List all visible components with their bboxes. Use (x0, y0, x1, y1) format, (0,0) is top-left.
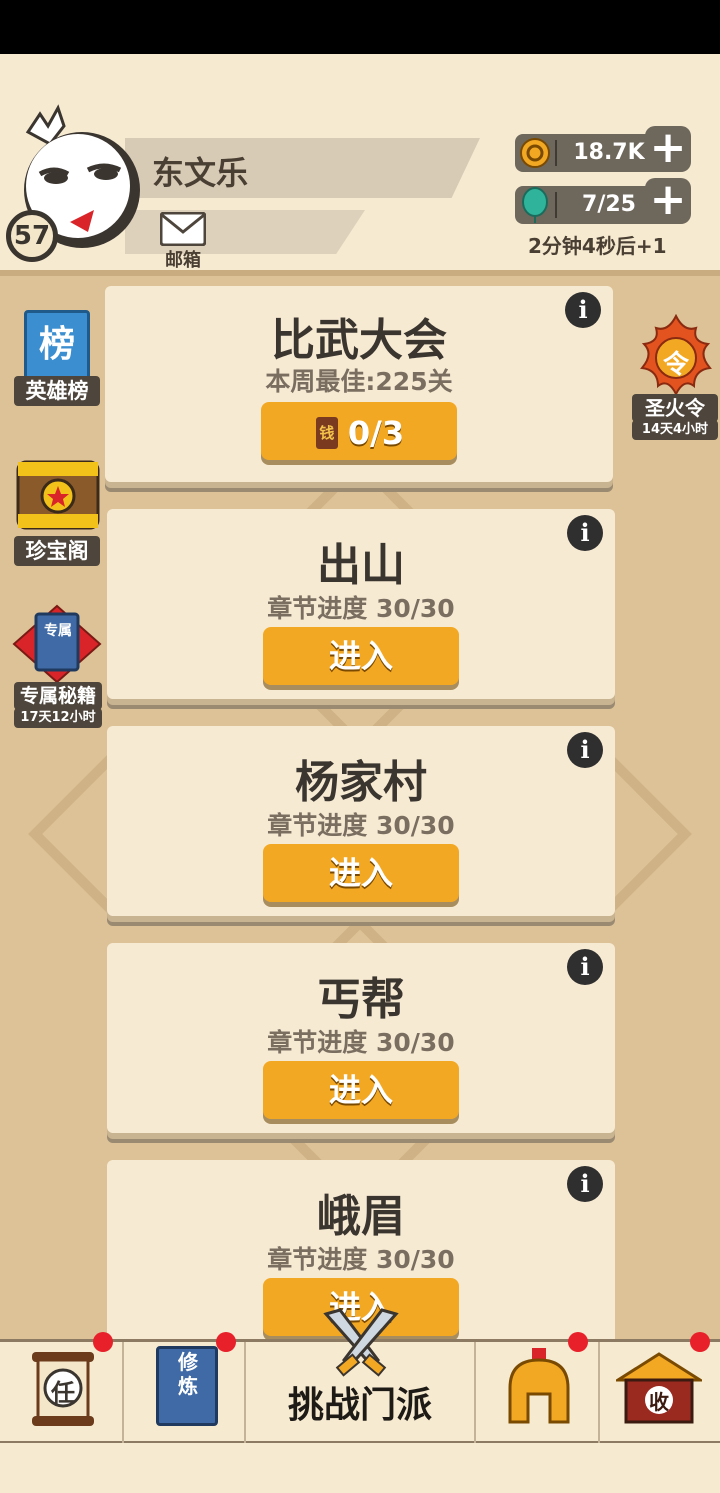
add-stamina-button[interactable]: + (645, 178, 691, 224)
chapter-title: 出山 (317, 540, 405, 591)
coin-icon (520, 138, 550, 168)
chapter-info-icon[interactable]: i (567, 732, 603, 768)
exclusive-manual-label: 专属秘籍 (14, 682, 102, 710)
stamina-timer: 2分钟4秒后+1 (528, 234, 667, 258)
nav-challenge-sect[interactable]: 挑战门派 (246, 1308, 476, 1443)
tournament-info-icon[interactable]: i (565, 292, 601, 328)
enter-button[interactable]: 进入 (263, 627, 459, 685)
manual-glyph: 专属 (44, 623, 72, 639)
coin-value: 18.7K (573, 140, 645, 165)
nav-training[interactable]: 修炼 (124, 1332, 246, 1443)
holy-fire-token-timer: 14天4小时 (632, 420, 718, 440)
coin-separator (555, 140, 557, 166)
nav-equipment[interactable] (476, 1332, 600, 1443)
chapter-progress: 章节进度 30/30 (267, 1028, 455, 1057)
stamina-separator (555, 192, 557, 218)
stamina-counter: 7/25 (515, 186, 665, 224)
challenge-sect-label: 挑战门派 (287, 1385, 432, 1426)
tournament-card: 比武大会 本周最佳:225关 钱 0/3 i (105, 286, 613, 482)
token-glyph: 令 (662, 350, 689, 380)
holy-fire-token-label: 圣火令 (632, 394, 718, 422)
footer-strip (0, 1443, 720, 1493)
player-header: 57 东文乐 邮箱 18.7K + 7/25 + 2分钟4秒后+1 (0, 54, 720, 276)
mail-label: 邮箱 (165, 250, 201, 271)
enter-button[interactable]: 进入 (263, 844, 459, 902)
exclusive-manual-timer: 17天12小时 (14, 708, 102, 728)
add-coins-button[interactable]: + (645, 126, 691, 172)
notification-dot (568, 1332, 588, 1352)
enter-button[interactable]: 进入 (263, 1061, 459, 1119)
nav-tasks[interactable]: 任 (0, 1332, 124, 1443)
task-glyph: 任 (51, 1379, 75, 1407)
hero-ranking-button[interactable]: 榜 英雄榜 (14, 310, 104, 410)
tournament-best: 本周最佳:225关 (265, 367, 453, 396)
player-name: 东文乐 (152, 154, 249, 192)
coin-counter: 18.7K (515, 134, 665, 172)
chapter-title: 峨眉 (317, 1191, 405, 1242)
tournament-title: 比武大会 (271, 315, 447, 366)
chapter-title: 丐帮 (317, 974, 405, 1025)
stamina-value: 7/25 (582, 192, 636, 217)
nav-collect[interactable]: 收 (600, 1332, 720, 1443)
game-screen: 57 东文乐 邮箱 18.7K + 7/25 + 2分钟4秒后+1 榜 英雄榜 … (0, 54, 720, 1493)
stamina-balloon-icon (522, 187, 548, 223)
chapter-card: 杨家村 章节进度 30/30 进入 i (107, 726, 615, 916)
chapter-progress: 章节进度 30/30 (267, 1245, 455, 1274)
notification-dot (216, 1332, 236, 1352)
manual-book-icon (12, 604, 102, 684)
exclusive-manual-button[interactable]: 专属 专属秘籍 17天12小时 (12, 604, 104, 730)
notification-dot (690, 1332, 710, 1352)
helmet-icon (508, 1348, 570, 1424)
holy-fire-token-button[interactable]: 令 圣火令 14天4小时 (630, 314, 720, 442)
tournament-ticket-button[interactable]: 钱 0/3 (261, 402, 457, 460)
treasure-pavilion-button[interactable]: 珍宝阁 (14, 456, 104, 568)
chapter-info-icon[interactable]: i (567, 949, 603, 985)
hero-ranking-label: 英雄榜 (14, 376, 100, 406)
chapter-title: 杨家村 (295, 757, 427, 808)
mail-icon (160, 212, 206, 246)
ranking-glyph: 榜 (38, 324, 75, 365)
chapter-card: 丐帮 章节进度 30/30 进入 i (107, 943, 615, 1133)
treasure-chest-icon (16, 460, 100, 530)
ranking-banner-icon: 榜 (24, 310, 90, 380)
ticket-icon: 钱 (313, 415, 340, 451)
chapter-progress: 章节进度 30/30 (267, 811, 455, 840)
notification-dot (93, 1332, 113, 1352)
chapter-card: 出山 章节进度 30/30 进入 i (107, 509, 615, 699)
chapter-info-icon[interactable]: i (567, 1166, 603, 1202)
chapter-progress: 章节进度 30/30 (267, 594, 455, 623)
bottom-nav: 任 修炼 挑战门派 收 (0, 1308, 720, 1443)
training-glyph: 修炼 (178, 1350, 198, 1398)
treasure-pavilion-label: 珍宝阁 (14, 536, 100, 566)
level-badge: 57 (6, 210, 58, 262)
mail-button[interactable]: 邮箱 (155, 212, 211, 271)
collect-glyph: 收 (649, 1390, 669, 1414)
ticket-count: 0/3 (347, 414, 405, 452)
chapter-info-icon[interactable]: i (567, 515, 603, 551)
